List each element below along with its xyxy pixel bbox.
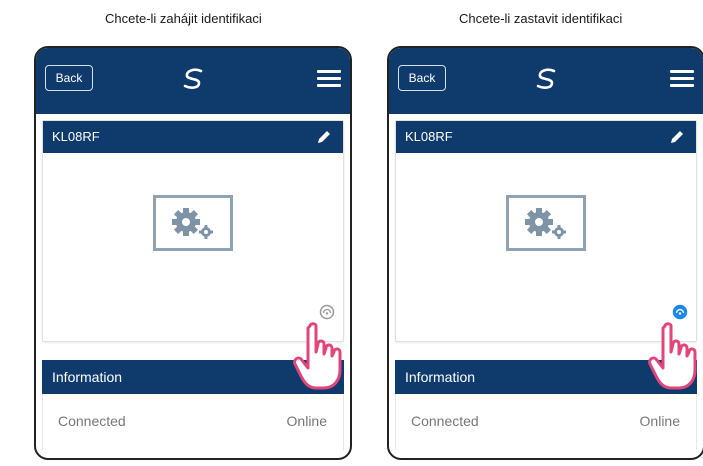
hand-pointer-icon: [293, 322, 342, 390]
pencil-icon[interactable]: [668, 128, 686, 146]
device-card-header: KL08RF: [43, 121, 343, 153]
status-label: Connected: [411, 413, 479, 429]
s-logo-icon: [536, 68, 556, 89]
device-name: KL08RF: [405, 129, 453, 144]
device-name: KL08RF: [52, 129, 100, 144]
status-value: Online: [639, 413, 680, 429]
app-header: Back: [36, 48, 350, 114]
status-value: Online: [286, 413, 327, 429]
back-button[interactable]: Back: [45, 65, 93, 91]
identify-icon[interactable]: [672, 304, 688, 320]
phone-screen-stop: Back KL08RF Information Connected Online: [387, 46, 703, 460]
information-title: Information: [52, 369, 123, 385]
app-header: Back: [389, 48, 703, 114]
caption-stop-identification: Chcete-li zastavit identifikaci: [459, 11, 623, 26]
back-button[interactable]: Back: [398, 65, 446, 91]
information-title: Information: [405, 369, 476, 385]
status-row: Connected Online: [42, 394, 344, 450]
hamburger-menu-icon[interactable]: [670, 70, 694, 88]
pencil-icon[interactable]: [315, 128, 333, 146]
device-card: KL08RF: [395, 120, 697, 342]
caption-start-identification: Chcete-li zahájit identifikaci: [105, 11, 262, 26]
device-card-header: KL08RF: [396, 121, 696, 153]
gear-image-icon: [153, 195, 233, 251]
status-row: Connected Online: [395, 394, 697, 450]
phone-screen-start: Back KL08RF Information Connected Online: [34, 46, 352, 460]
s-logo-icon: [183, 68, 203, 89]
hamburger-menu-icon[interactable]: [317, 70, 341, 88]
device-card: KL08RF: [42, 120, 344, 342]
hand-pointer-icon: [648, 322, 697, 390]
status-label: Connected: [58, 413, 126, 429]
gear-image-icon: [506, 195, 586, 251]
identify-icon[interactable]: [319, 304, 335, 320]
